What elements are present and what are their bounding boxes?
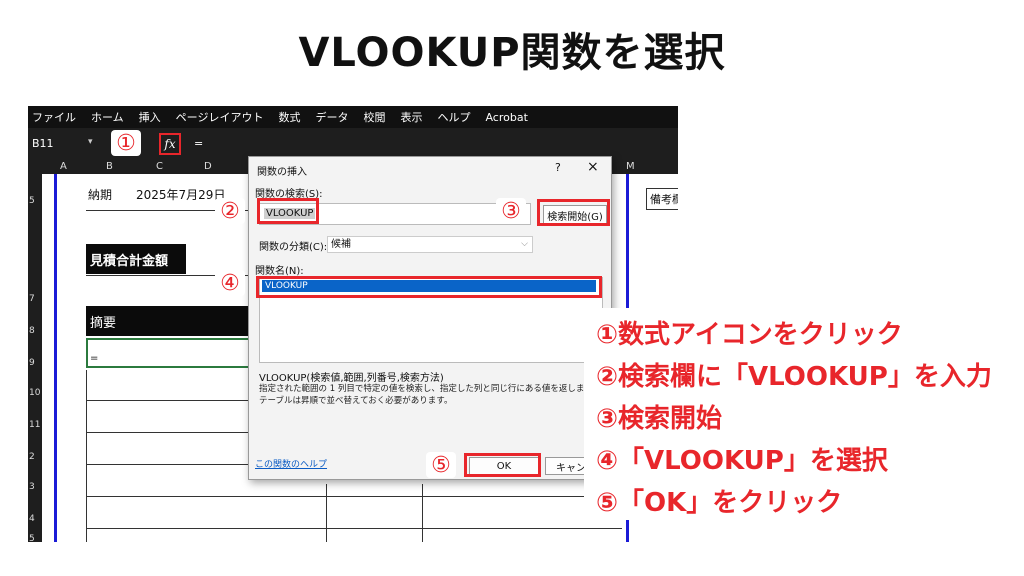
tab-acrobat[interactable]: Acrobat <box>485 111 527 124</box>
search-label: 関数の検索(S): <box>255 189 323 200</box>
function-syntax: VLOOKUP(検索値,範囲,列番号,検索方法) <box>259 373 444 384</box>
table-col <box>86 370 87 542</box>
row-headers: 5 7 8 9 10 11 2 3 4 5 <box>28 174 42 542</box>
col-header-c[interactable]: C <box>156 161 163 172</box>
cell-delivery-label: 納期 <box>88 188 113 202</box>
row-header[interactable]: 10 <box>29 388 40 398</box>
marker-3: ③ <box>496 198 526 224</box>
step-4: ④「VLOOKUP」を選択 <box>596 446 888 476</box>
insert-function-dialog: 関数の挿入 ? × 関数の検索(S): VLOOKUP 検索開始(G) 関数の分… <box>248 156 612 480</box>
cell-formula: = <box>90 353 99 364</box>
tab-formulas[interactable]: 数式 <box>278 109 300 125</box>
function-description: 指定された範囲の 1 列目で特定の値を検索し、指定した列と同じ行にある値を返しま… <box>259 384 601 406</box>
table-row <box>86 496 622 497</box>
step-3: ③検索開始 <box>596 404 723 434</box>
steps-panel: ①数式アイコンをクリック ②検索欄に「VLOOKUP」を入力 ③検索開始 ④「V… <box>584 308 1004 520</box>
tab-review[interactable]: 校閲 <box>363 109 385 125</box>
marker-2: ② <box>215 198 245 224</box>
category-select[interactable]: 候補 ⌵ <box>327 236 533 253</box>
function-list[interactable]: VLOOKUP <box>259 277 603 363</box>
col-header-b[interactable]: B <box>106 161 113 172</box>
row-header[interactable]: 4 <box>29 514 35 524</box>
table-row <box>86 528 622 529</box>
row-header[interactable]: 9 <box>29 358 35 368</box>
step-2: ②検索欄に「VLOOKUP」を入力 <box>596 362 992 392</box>
table-col <box>326 484 327 542</box>
ok-button[interactable]: OK <box>469 457 539 475</box>
row-header[interactable]: 7 <box>29 294 35 304</box>
cell-remarks: 備考欄 <box>646 188 678 210</box>
step-1: ①数式アイコンをクリック <box>596 320 903 350</box>
close-icon[interactable]: × <box>587 159 599 175</box>
tab-page-layout[interactable]: ページレイアウト <box>176 109 264 125</box>
col-header-d[interactable]: D <box>204 161 212 172</box>
row-header[interactable]: 3 <box>29 482 35 492</box>
marker-5: ⑤ <box>426 452 456 478</box>
tab-insert[interactable]: 挿入 <box>139 109 161 125</box>
function-search-input[interactable]: VLOOKUP <box>259 203 531 225</box>
row-header[interactable]: 5 <box>29 534 35 542</box>
search-value: VLOOKUP <box>264 208 316 219</box>
table-col <box>422 484 423 542</box>
marker-4: ④ <box>215 270 245 296</box>
search-start-button[interactable]: 検索開始(G) <box>543 205 607 225</box>
page-title: VLOOKUP関数を選択 <box>298 30 726 76</box>
row-header[interactable]: 8 <box>29 326 35 336</box>
cell-estimate-total: 見積合計金額 <box>86 244 186 274</box>
step-5: ⑤「OK」をクリック <box>596 488 843 518</box>
ribbon-tabs: ファイル ホーム 挿入 ページレイアウト 数式 データ 校閲 表示 ヘルプ Ac… <box>28 106 678 128</box>
help-link[interactable]: この関数のヘルプ <box>255 457 327 470</box>
tab-file[interactable]: ファイル <box>32 109 76 125</box>
name-box[interactable]: B11 <box>32 137 54 150</box>
selected-cell[interactable]: = <box>86 338 256 368</box>
tab-home[interactable]: ホーム <box>91 109 124 125</box>
marker-1: ① <box>111 130 141 156</box>
function-name-label: 関数名(N): <box>255 266 304 277</box>
tab-help[interactable]: ヘルプ <box>437 109 470 125</box>
formula-input[interactable]: = <box>194 137 203 150</box>
cell-delivery-date: 2025年7月29日 <box>136 188 226 202</box>
dialog-title: 関数の挿入 <box>257 167 307 178</box>
row-header[interactable]: 5 <box>29 196 35 206</box>
category-label: 関数の分類(C): <box>259 242 328 253</box>
row-header[interactable]: 11 <box>29 420 40 430</box>
tab-data[interactable]: データ <box>315 109 348 125</box>
fx-icon[interactable]: fx <box>159 133 181 155</box>
list-item[interactable]: VLOOKUP <box>262 280 596 292</box>
tab-view[interactable]: 表示 <box>400 109 422 125</box>
col-header-a[interactable]: A <box>60 161 67 172</box>
chevron-down-icon: ⌵ <box>521 239 528 249</box>
help-icon[interactable]: ? <box>555 161 561 174</box>
category-value: 候補 <box>331 239 351 250</box>
cell-summary: 摘要 <box>86 306 256 336</box>
col-header-m[interactable]: M <box>626 161 635 172</box>
row-header[interactable]: 2 <box>29 452 35 462</box>
chevron-down-icon[interactable]: ▾ <box>88 137 93 147</box>
page-break-line <box>54 174 57 542</box>
fx-label: fx <box>164 137 176 151</box>
